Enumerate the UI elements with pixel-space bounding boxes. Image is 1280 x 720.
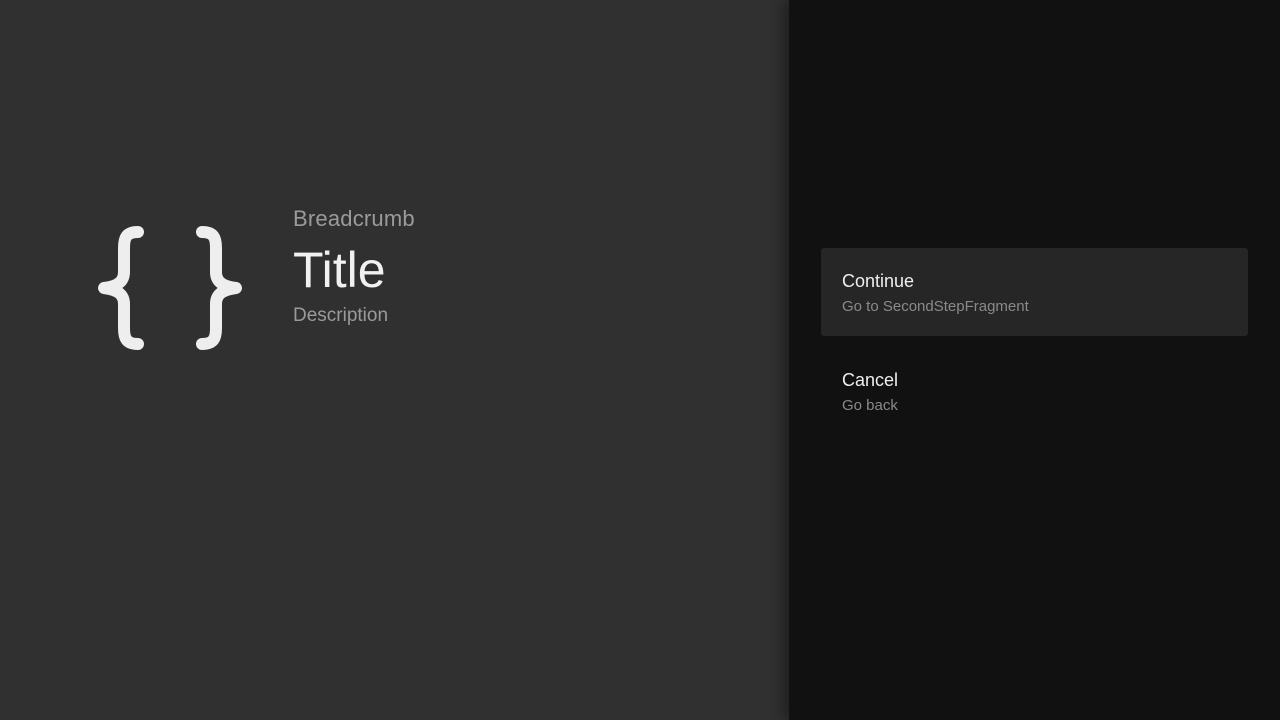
cancel-action[interactable]: Cancel Go back bbox=[821, 347, 1248, 435]
cancel-action-title: Cancel bbox=[842, 370, 899, 390]
guidance-breadcrumb: Breadcrumb bbox=[293, 206, 415, 231]
continue-action-description: Go to SecondStepFragment bbox=[842, 298, 1029, 315]
guidance-title: Title bbox=[293, 242, 386, 298]
actions-panel: Continue Go to SecondStepFragment Cancel… bbox=[789, 0, 1280, 720]
curly-braces-icon bbox=[90, 218, 246, 358]
cancel-action-description: Go back bbox=[842, 397, 898, 414]
continue-action-title: Continue bbox=[842, 271, 915, 291]
guidance-text-block: Breadcrumb Title Description bbox=[293, 204, 415, 330]
guidance-description: Description bbox=[293, 305, 389, 326]
guidance-panel: Breadcrumb Title Description bbox=[0, 0, 789, 720]
guided-step-screen: Breadcrumb Title Description Continue Go… bbox=[0, 0, 1280, 720]
continue-action[interactable]: Continue Go to SecondStepFragment bbox=[821, 248, 1248, 336]
